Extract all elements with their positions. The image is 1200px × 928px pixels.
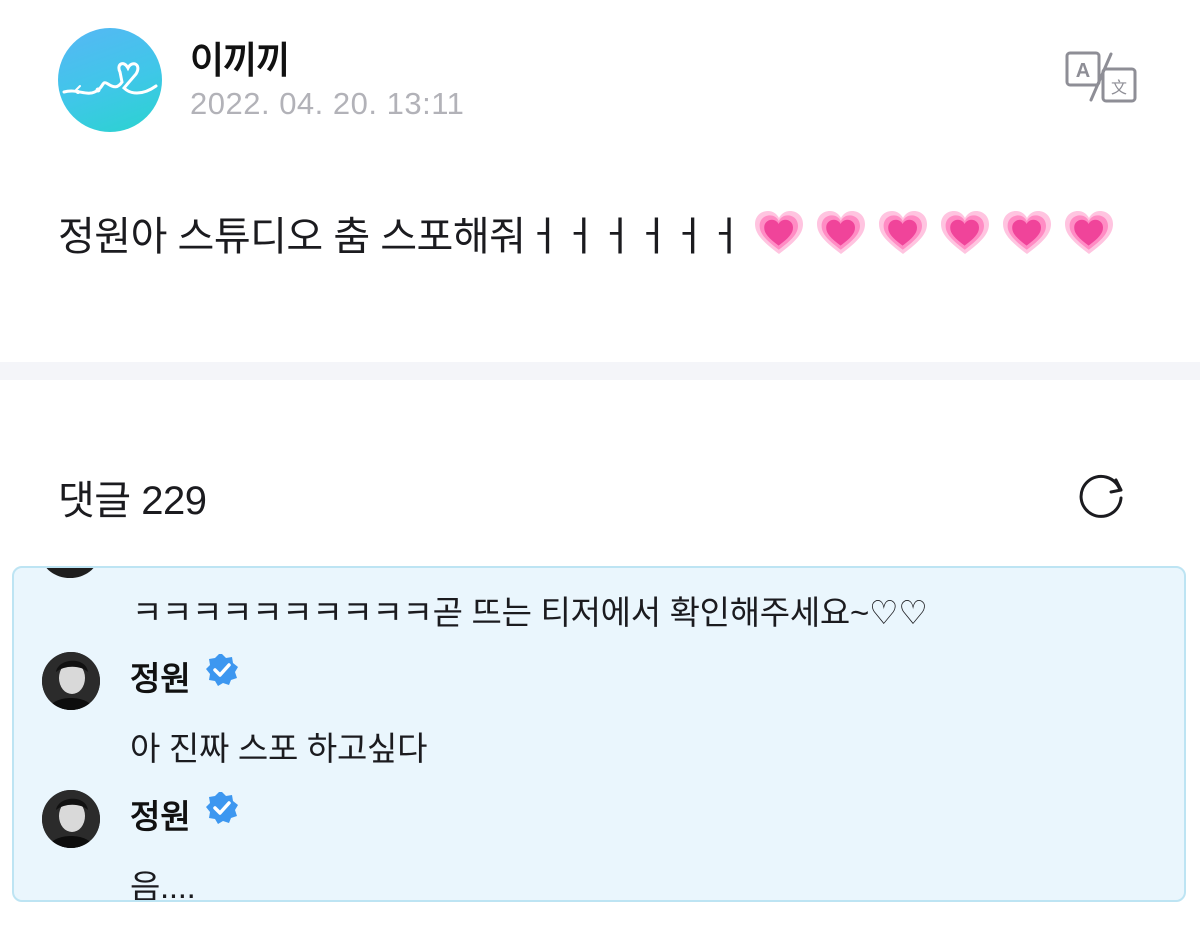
growing-heart-emoji — [1001, 208, 1053, 260]
post: 이끼끼 2022. 04. 20. 13:11 A 文 정원아 스튜디오 춤 스… — [0, 0, 1200, 362]
heart-emojis — [743, 211, 1115, 259]
section-divider — [0, 362, 1200, 380]
reply-text: 음.... — [130, 868, 196, 902]
person-photo-icon — [42, 652, 100, 710]
translate-icon: A 文 — [1065, 51, 1137, 103]
doodle-heart-icon — [62, 62, 158, 95]
verified-badge-icon — [206, 792, 238, 824]
growing-heart-emoji — [815, 208, 867, 260]
post-body: 정원아 스튜디오 춤 스포해줘ㅓㅓㅓㅓㅓㅓ — [58, 204, 1158, 270]
reply-text: 아 진짜 스포 하고싶다 — [130, 730, 428, 767]
post-timestamp: 2022. 04. 20. 13:11 — [190, 86, 465, 121]
post-text: 정원아 스튜디오 춤 스포해줘ㅓㅓㅓㅓㅓㅓ — [58, 215, 744, 259]
comments-count: 댓글 229 — [58, 479, 207, 523]
reply-avatar[interactable] — [42, 652, 100, 710]
growing-heart-emoji — [753, 208, 805, 260]
reply-avatar[interactable] — [42, 790, 100, 848]
reply-author-name[interactable]: 정원 — [130, 790, 191, 838]
growing-heart-emoji — [877, 208, 929, 260]
post-author-name[interactable]: 이끼끼 — [190, 30, 290, 84]
growing-heart-emoji — [939, 208, 991, 260]
reply-text: ㅋㅋㅋㅋㅋㅋㅋㅋㅋㅋ곧 뜨는 티저에서 확인해주세요~♡♡ — [132, 594, 928, 631]
reply-author-name[interactable]: 정원 — [130, 652, 191, 700]
verified-badge-icon — [206, 654, 238, 686]
person-photo-icon — [42, 790, 100, 848]
reply-avatar[interactable] — [42, 568, 98, 578]
growing-heart-emoji — [1063, 208, 1115, 260]
translate-button[interactable]: A 文 — [1063, 50, 1139, 104]
svg-text:文: 文 — [1111, 78, 1127, 97]
refresh-button[interactable] — [1073, 468, 1131, 520]
svg-text:A: A — [1076, 60, 1090, 82]
author-avatar[interactable] — [58, 28, 162, 132]
reply-thread[interactable]: ㅋㅋㅋㅋㅋㅋㅋㅋㅋㅋ곧 뜨는 티저에서 확인해주세요~♡♡ 정원 아 진짜 스포… — [12, 566, 1186, 902]
refresh-icon — [1079, 474, 1123, 518]
